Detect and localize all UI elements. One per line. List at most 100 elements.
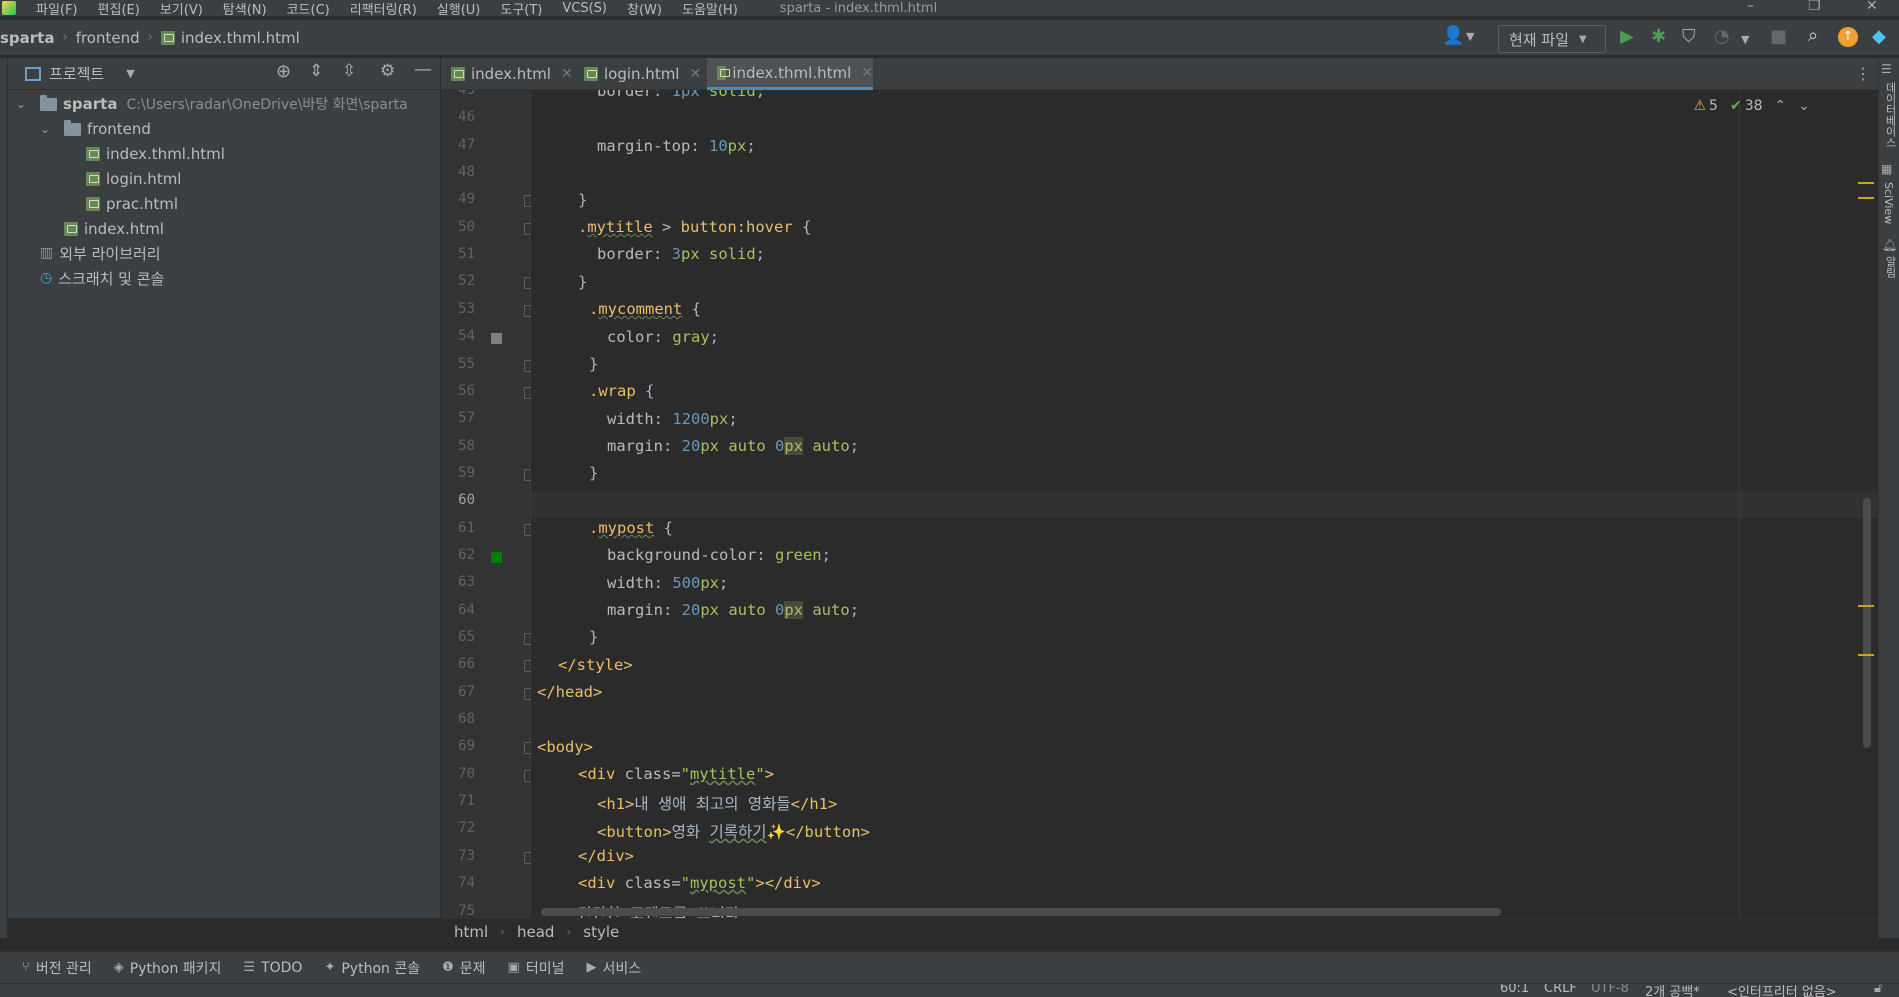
- stripe-notifications[interactable]: 알림: [1882, 256, 1898, 278]
- update-icon[interactable]: ↑: [1838, 27, 1858, 47]
- fold-marker-icon[interactable]: [524, 195, 531, 208]
- close-icon[interactable]: ✕: [561, 66, 573, 82]
- tree-file[interactable]: index.thml.html: [86, 143, 225, 165]
- menu-tools[interactable]: 도구(T): [500, 0, 542, 17]
- menu-help[interactable]: 도움말(H): [682, 0, 738, 17]
- status-encoding[interactable]: UTF-8: [1591, 984, 1629, 996]
- debug-icon[interactable]: ✱: [1651, 27, 1666, 47]
- tree-file[interactable]: login.html: [86, 168, 181, 190]
- chevron-down-icon[interactable]: ⌄: [40, 122, 54, 136]
- fold-marker-icon[interactable]: [524, 468, 531, 481]
- nav-crumb-folder[interactable]: frontend: [76, 29, 140, 47]
- tool-python-packages[interactable]: ◈ Python 패키지: [114, 958, 222, 978]
- tab-login-html[interactable]: login.html ✕: [574, 58, 706, 90]
- chevron-down-icon[interactable]: ⌄: [16, 97, 30, 111]
- status-position[interactable]: 60:1: [1500, 984, 1529, 996]
- menu-navigate[interactable]: 탐색(N): [223, 0, 267, 17]
- gear-icon[interactable]: ⚙: [380, 61, 395, 81]
- database-icon[interactable]: ☰: [1881, 62, 1892, 76]
- profile-icon[interactable]: ◔: [1714, 27, 1730, 47]
- menu-file[interactable]: 파일(F): [36, 0, 78, 17]
- menu-window[interactable]: 창(W): [627, 0, 662, 17]
- inspection-widget[interactable]: ⚠ 5 ✔ 38 ⌃ ⌄: [1693, 98, 1810, 114]
- minimize-icon[interactable]: –: [1747, 0, 1754, 14]
- breadcrumb-item[interactable]: head: [517, 923, 554, 941]
- tool-problems[interactable]: ❶ 문제: [442, 958, 485, 978]
- fold-marker-icon[interactable]: [524, 660, 531, 673]
- lock-icon[interactable]: 🔓︎: [1874, 984, 1882, 996]
- tab-index-html[interactable]: index.html ✕: [441, 58, 573, 90]
- search-icon[interactable]: ⌕: [1808, 26, 1818, 46]
- locate-icon[interactable]: ⊕: [276, 61, 291, 82]
- tree-file[interactable]: prac.html: [86, 193, 178, 215]
- menu-code[interactable]: 코드(C): [287, 0, 330, 17]
- ide-logo-icon[interactable]: ◆: [1872, 27, 1886, 47]
- tool-todo[interactable]: ☰ TODO: [243, 960, 302, 976]
- color-swatch-icon[interactable]: [491, 551, 502, 563]
- tool-python-console[interactable]: ✦ Python 콘솔: [324, 958, 420, 978]
- horizontal-scrollbar[interactable]: [541, 908, 1501, 916]
- tool-services[interactable]: ▶ 서비스: [586, 958, 641, 978]
- status-line-separator[interactable]: CRLF: [1544, 984, 1577, 996]
- restore-icon[interactable]: ❐: [1808, 0, 1821, 14]
- tree-scratches[interactable]: ◷ 스크래치 및 콘솔: [40, 267, 164, 289]
- breadcrumb-item[interactable]: style: [583, 923, 619, 941]
- collapse-all-icon[interactable]: ⇳: [342, 61, 356, 81]
- chevron-up-icon[interactable]: ⌃: [1775, 98, 1787, 114]
- fold-marker-icon[interactable]: [524, 359, 531, 372]
- stripe-database[interactable]: 데이터베이스: [1882, 82, 1898, 148]
- hide-icon[interactable]: —: [414, 59, 432, 80]
- stripe-sciview[interactable]: SciView: [1882, 182, 1895, 224]
- tree-folder-frontend[interactable]: ⌄ frontend: [40, 118, 151, 140]
- run-icon[interactable]: ▶: [1620, 27, 1634, 47]
- fold-marker-icon[interactable]: [524, 769, 531, 782]
- chevron-down-icon[interactable]: ▼: [1741, 30, 1749, 50]
- code-editor[interactable]: ⚠ 5 ✔ 38 ⌃ ⌄ border: 1px solid; margin-top…: [531, 90, 1878, 918]
- bell-icon[interactable]: 🔔︎: [1882, 238, 1897, 252]
- tool-terminal[interactable]: ▣ 터미널: [508, 958, 565, 978]
- coverage-icon[interactable]: ⛉: [1682, 27, 1696, 47]
- color-swatch-icon[interactable]: [491, 333, 502, 345]
- menu-vcs[interactable]: VCS(S): [562, 1, 607, 16]
- nav-crumb-project[interactable]: sparta: [0, 29, 54, 47]
- sciview-icon[interactable]: ▦: [1881, 162, 1892, 176]
- chevron-down-icon[interactable]: ⌄: [1798, 98, 1810, 114]
- expand-all-icon[interactable]: ⇕: [309, 61, 323, 81]
- menu-view[interactable]: 보기(V): [160, 0, 203, 17]
- menu-edit[interactable]: 편집(E): [98, 0, 140, 17]
- warning-marker[interactable]: [1858, 182, 1874, 184]
- status-indent[interactable]: 2개 공백*: [1645, 984, 1700, 997]
- fold-marker-icon[interactable]: [524, 851, 531, 864]
- tab-index-thml-html[interactable]: index.thml.html ✕: [707, 58, 873, 90]
- chevron-down-icon[interactable]: ▼: [126, 67, 134, 80]
- stop-icon[interactable]: ■: [1770, 27, 1787, 47]
- more-tabs-icon[interactable]: ⋮: [1855, 64, 1871, 83]
- fold-marker-icon[interactable]: [524, 304, 531, 317]
- chevron-down-icon[interactable]: ▼: [1466, 27, 1474, 47]
- vertical-scrollbar[interactable]: [1863, 498, 1871, 748]
- tool-vcs[interactable]: ⑂ 버전 관리: [22, 958, 92, 978]
- project-title[interactable]: 프로젝트: [49, 63, 104, 84]
- run-config-select[interactable]: 현재 파일 ▼: [1498, 25, 1606, 53]
- tree-external-libraries[interactable]: ▥ 외부 라이브러리: [40, 242, 161, 264]
- close-icon[interactable]: ✕: [861, 65, 873, 81]
- fold-marker-icon[interactable]: [524, 523, 531, 536]
- menu-run[interactable]: 실행(U): [437, 0, 481, 17]
- close-window-icon[interactable]: ✕: [1866, 0, 1878, 14]
- nav-crumb-file[interactable]: index.thml.html: [181, 29, 300, 47]
- menu-refactor[interactable]: 리팩터링(R): [350, 0, 417, 17]
- tree-file[interactable]: index.html: [64, 218, 164, 240]
- warning-marker[interactable]: [1858, 197, 1874, 199]
- close-icon[interactable]: ✕: [689, 66, 701, 82]
- fold-marker-icon[interactable]: [524, 742, 531, 755]
- fold-marker-icon[interactable]: [524, 222, 531, 235]
- user-icon[interactable]: 👤: [1442, 26, 1464, 46]
- warning-marker[interactable]: [1858, 654, 1874, 656]
- fold-marker-icon[interactable]: [524, 633, 531, 645]
- fold-marker-icon[interactable]: [524, 386, 531, 399]
- fold-marker-icon[interactable]: [524, 687, 531, 700]
- warning-marker[interactable]: [1858, 605, 1874, 607]
- fold-marker-icon[interactable]: [524, 277, 531, 290]
- status-interpreter[interactable]: <인터프리터 없음>: [1727, 984, 1837, 997]
- tree-root[interactable]: ⌄ sparta C:\Users\radar\OneDrive\바탕 화면\s…: [16, 93, 408, 115]
